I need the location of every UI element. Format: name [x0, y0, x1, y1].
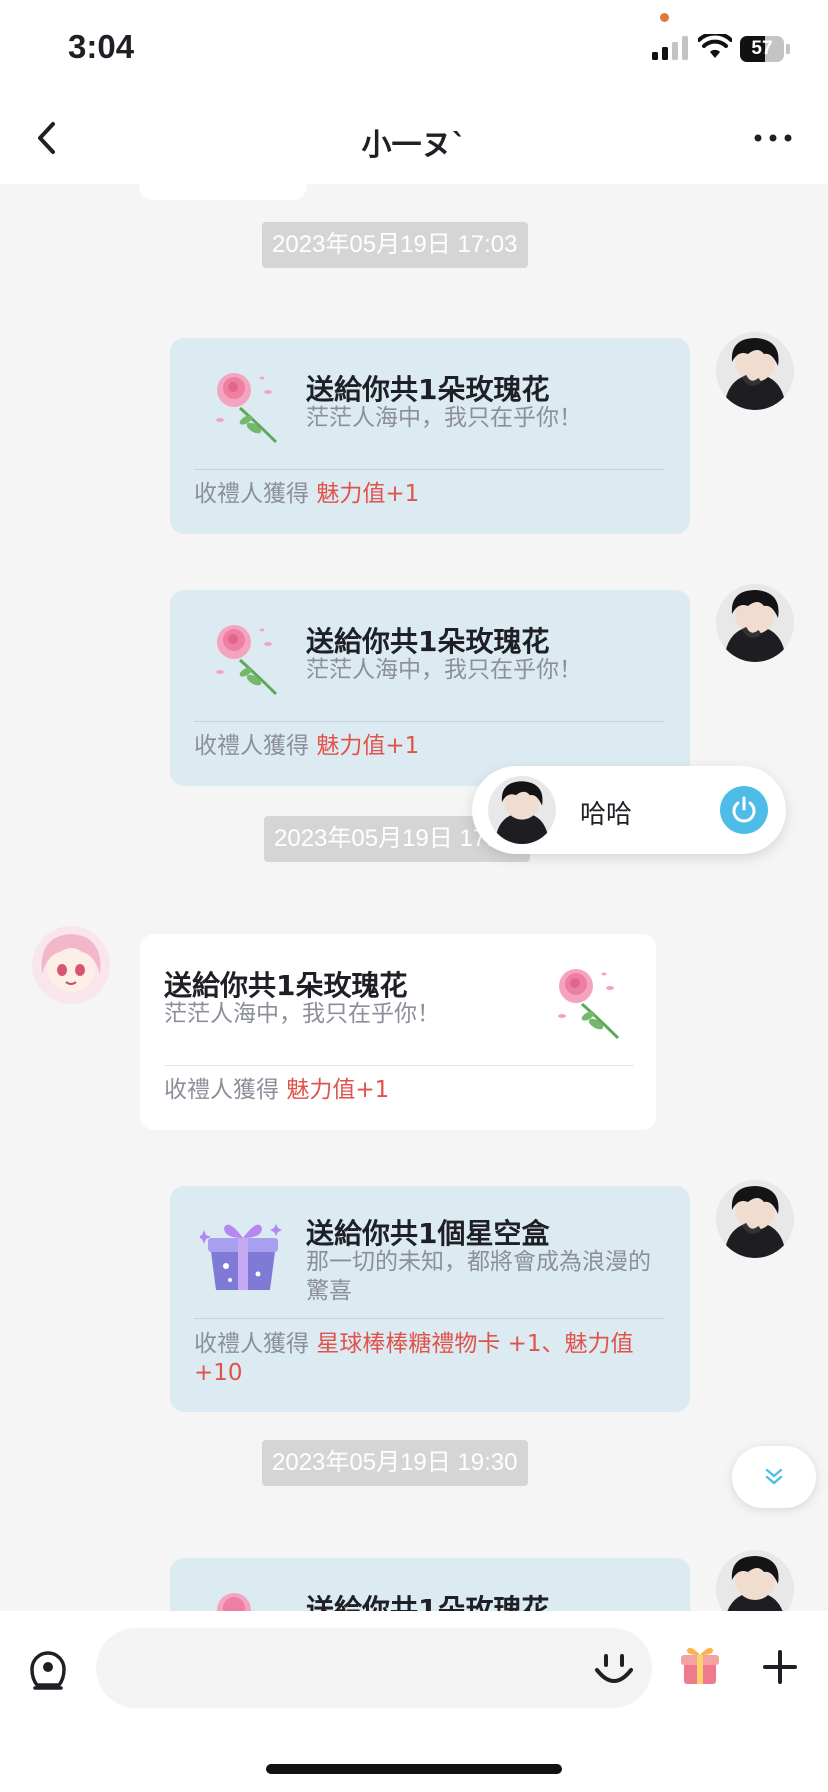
- divider: [164, 1065, 634, 1066]
- previous-message-bubble: [139, 184, 307, 200]
- gift-title: 送給你共1朵玫瑰花: [306, 373, 550, 406]
- my-avatar[interactable]: [716, 1550, 794, 1611]
- music-player-pill[interactable]: 哈哈: [472, 766, 786, 854]
- reward-prefix: 收禮人獲得: [194, 481, 309, 507]
- reward-prefix: 收禮人獲得: [164, 1077, 279, 1103]
- gift-message-bubble[interactable]: 送給你共1朵玫瑰花 茫茫人海中，我只在乎你！ 收禮人獲得 魅力值+1: [140, 934, 656, 1130]
- double-chevron-down-icon: [765, 1468, 783, 1485]
- page-title: 小一ヌˋ: [361, 128, 467, 163]
- music-label: 哈哈: [580, 800, 633, 830]
- recording-indicator-icon: [660, 13, 669, 22]
- star-box-icon: [200, 1224, 282, 1290]
- gift-icon: [681, 1647, 719, 1684]
- gift-message-bubble[interactable]: 送給你共1朵玫瑰花: [170, 1558, 690, 1611]
- battery-icon: 57: [740, 36, 790, 62]
- rose-icon: [216, 625, 278, 696]
- divider: [194, 721, 664, 722]
- message-input[interactable]: [96, 1628, 652, 1708]
- gift-title: 送給你共1朵玫瑰花: [164, 969, 408, 1002]
- rose-icon: [216, 373, 278, 444]
- gift-subtitle: 茫茫人海中，我只在乎你！: [306, 657, 582, 683]
- wifi-icon: [698, 34, 732, 58]
- divider: [194, 469, 664, 470]
- emoji-icon: [595, 1654, 633, 1683]
- plus-icon: [763, 1650, 797, 1684]
- voice-button[interactable]: [24, 1642, 72, 1694]
- plus-button[interactable]: [756, 1642, 804, 1692]
- reward-text: 收禮人獲得 魅力值+1: [194, 480, 419, 509]
- rose-icon: [217, 1593, 251, 1611]
- power-icon: [732, 796, 756, 823]
- gift-button[interactable]: [676, 1640, 724, 1692]
- my-avatar[interactable]: [716, 584, 794, 662]
- my-avatar[interactable]: [716, 332, 794, 410]
- more-button[interactable]: [748, 118, 798, 158]
- reward-text: 收禮人獲得 魅力值+1: [164, 1076, 389, 1105]
- more-icon: [754, 134, 792, 142]
- contact-avatar[interactable]: [32, 926, 110, 1004]
- my-avatar[interactable]: [716, 1180, 794, 1258]
- gift-message-bubble[interactable]: 送給你共1朵玫瑰花 茫茫人海中，我只在乎你！ 收禮人獲得 魅力值+1: [170, 338, 690, 534]
- gift-title: 送給你共1朵玫瑰花: [306, 1593, 550, 1611]
- gift-message-bubble[interactable]: 送給你共1朵玫瑰花 茫茫人海中，我只在乎你！ 收禮人獲得 魅力值+1: [170, 590, 690, 786]
- timestamp: 2023年05月19日 19:30: [262, 1440, 528, 1486]
- reward-text: 收禮人獲得 魅力值+1: [194, 732, 419, 761]
- signal-icon: [652, 36, 688, 60]
- reward-value: 魅力值+1: [286, 1077, 390, 1103]
- reward-value: 魅力值+1: [316, 733, 420, 759]
- scroll-to-bottom-button[interactable]: [732, 1446, 816, 1508]
- emoji-button[interactable]: [590, 1644, 638, 1692]
- battery-level: 57: [751, 38, 773, 59]
- reward-text: 收禮人獲得 星球棒棒糖禮物卡 +1、魅力值+10: [194, 1330, 664, 1388]
- gift-subtitle: 那一切的未知，都將會成為浪漫的驚喜: [306, 1249, 651, 1304]
- home-indicator: [266, 1764, 562, 1774]
- music-avatar: [488, 776, 556, 844]
- gift-message-bubble[interactable]: 送給你共1個星空盒 那一切的未知，都將會成為浪漫的驚喜 收禮人獲得 星球棒棒糖禮…: [170, 1186, 690, 1412]
- divider: [194, 1318, 664, 1319]
- rose-icon: [558, 969, 620, 1040]
- reward-prefix: 收禮人獲得: [194, 1331, 309, 1357]
- gift-title: 送給你共1朵玫瑰花: [306, 625, 550, 658]
- reward-value: 魅力值+1: [316, 481, 420, 507]
- voice-icon: [30, 1651, 66, 1690]
- gift-title: 送給你共1個星空盒: [306, 1217, 550, 1250]
- status-time: 3:04: [68, 28, 135, 65]
- reward-prefix: 收禮人獲得: [194, 733, 309, 759]
- gift-subtitle: 茫茫人海中，我只在乎你！: [306, 405, 582, 431]
- gift-subtitle: 茫茫人海中，我只在乎你！: [164, 1001, 440, 1027]
- power-button[interactable]: [720, 786, 768, 834]
- timestamp: 2023年05月19日 17:03: [262, 222, 528, 268]
- chat-scroll-area[interactable]: 2023年05月19日 17:03 送給你共1朵玫瑰花 茫茫人海中，我只在乎你！…: [0, 184, 828, 1611]
